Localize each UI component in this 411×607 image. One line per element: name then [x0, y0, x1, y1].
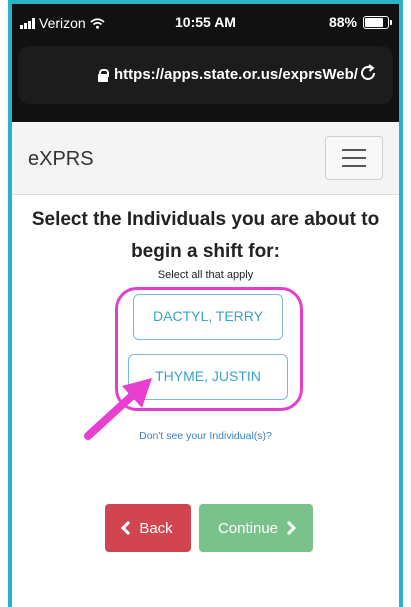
- chevron-left-icon: [121, 520, 136, 536]
- continue-button[interactable]: Continue: [199, 504, 313, 552]
- status-bar: Verizon 10:55 AM 88%: [12, 4, 399, 42]
- reload-icon[interactable]: [357, 62, 379, 84]
- lock-icon: [98, 68, 109, 82]
- missing-individual-link[interactable]: Don't see your Individual(s)?: [12, 430, 399, 442]
- battery-icon: [363, 15, 392, 29]
- navbar: eXPRS: [12, 122, 399, 195]
- back-button[interactable]: Back: [105, 504, 191, 552]
- instruction-text: Select all that apply: [157, 269, 254, 281]
- continue-button-label: Continue: [217, 519, 279, 537]
- page-heading: Select the Individuals you are about to …: [31, 209, 380, 262]
- chevron-right-icon: [281, 520, 297, 536]
- menu-button[interactable]: [325, 136, 383, 180]
- browser-url-bar[interactable]: https://apps.state.or.us/exprsWeb/: [18, 46, 393, 104]
- phone-screen: Verizon 10:55 AM 88% https://apps.state.…: [12, 4, 399, 607]
- back-button-label: Back: [139, 519, 173, 537]
- web-page: eXPRS Select the Individuals you are abo…: [12, 122, 399, 607]
- brand-logo[interactable]: eXPRS: [28, 148, 94, 171]
- individual-button-dactyl-terry[interactable]: DACTYL, TERRY: [133, 294, 283, 340]
- hamburger-icon: [342, 149, 366, 151]
- battery-percent: 88%: [328, 14, 357, 30]
- url-text[interactable]: https://apps.state.or.us/exprsWeb/: [114, 66, 358, 83]
